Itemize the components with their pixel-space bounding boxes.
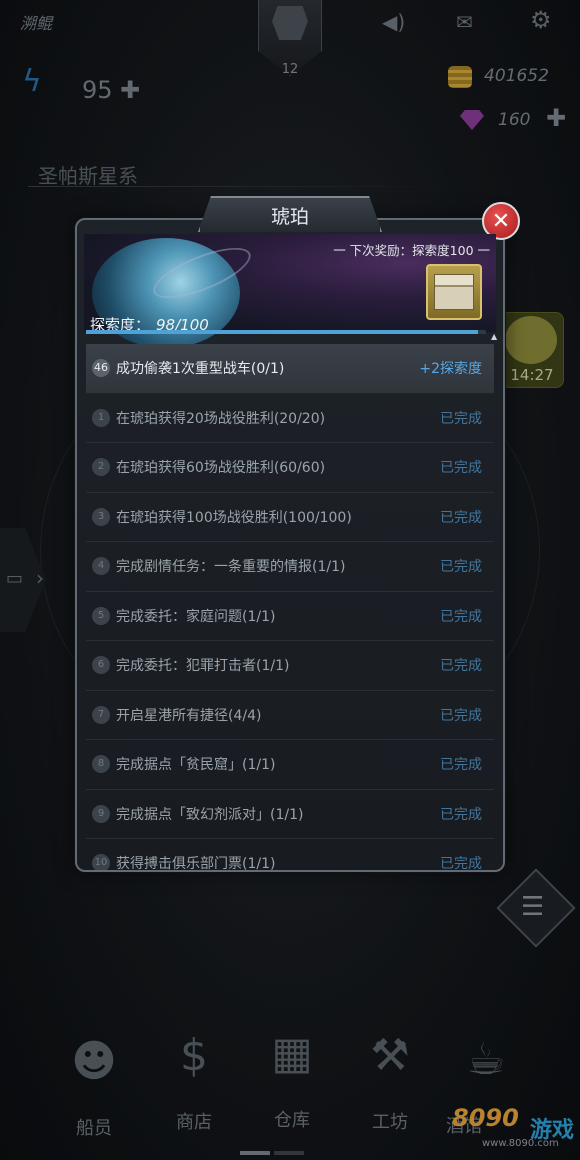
task-status: 已完成 [440, 410, 482, 427]
supply-crate-icon [434, 274, 474, 310]
task-row[interactable]: 5 完成委托：家庭问题(1/1) 已完成 [86, 592, 494, 641]
task-number-badge: 1 [92, 408, 110, 427]
task-list[interactable]: 46 成功偷袭1次重型战车(0/1) +2探索度 1 在琥珀获得20场战役胜利(20/2… [86, 344, 494, 870]
task-status: 已完成 [440, 707, 482, 724]
task-description: 在琥珀获得60场战役胜利(60/60) [116, 460, 326, 477]
task-row[interactable]: 9 完成据点「致幻剂派对」(1/1) 已完成 [86, 790, 494, 839]
task-number-badge: 9 [92, 804, 110, 823]
task-row[interactable]: 4 完成剧情任务：一条重要的情报(1/1) 已完成 [86, 542, 494, 592]
task-description: 完成剧情任务：一条重要的情报(1/1) [116, 559, 346, 576]
task-description: 完成委托：家庭问题(1/1) [116, 608, 276, 625]
task-status: 已完成 [440, 608, 482, 625]
task-status: 已完成 [440, 460, 482, 477]
exploration-progress-bar [86, 330, 486, 334]
task-number-badge: 46 [92, 359, 110, 378]
task-number-badge: 7 [92, 705, 110, 724]
task-number-badge: 8 [92, 755, 110, 774]
task-status: +2探索度 [419, 361, 482, 378]
task-row[interactable]: 3 在琥珀获得100场战役胜利(100/100) 已完成 [86, 493, 494, 542]
task-description: 完成委托：犯罪打击者(1/1) [116, 658, 290, 675]
task-row[interactable]: 1 在琥珀获得20场战役胜利(20/20) 已完成 [86, 394, 494, 443]
task-description: 完成据点「贫民窟」(1/1) [116, 757, 276, 774]
task-description: 在琥珀获得20场战役胜利(20/20) [116, 410, 326, 427]
task-number-badge: 5 [92, 606, 110, 625]
task-description: 成功偷袭1次重型战车(0/1) [116, 361, 285, 378]
task-description: 完成据点「致幻剂派对」(1/1) [116, 806, 304, 823]
task-row[interactable]: 6 完成委托：犯罪打击者(1/1) 已完成 [86, 641, 494, 691]
task-status: 已完成 [440, 806, 482, 823]
task-row[interactable]: 46 成功偷袭1次重型战车(0/1) +2探索度 [86, 344, 494, 394]
task-row[interactable]: 10 获得搏击俱乐部门票(1/1) 已完成 [86, 839, 494, 870]
task-description: 在琥珀获得100场战役胜利(100/100) [116, 509, 352, 526]
task-number-badge: 3 [92, 507, 110, 526]
task-description: 开启星港所有捷径(4/4) [116, 707, 262, 724]
exploration-progress-fill [86, 330, 478, 334]
progress-end-marker: ▲ [491, 332, 498, 341]
task-number-badge: 6 [92, 656, 110, 675]
task-description: 获得搏击俱乐部门票(1/1) [116, 856, 276, 870]
task-status: 已完成 [440, 509, 482, 526]
next-reward-label: 一 下次奖励：探索度100 一 [333, 243, 490, 258]
task-row[interactable]: 2 在琥珀获得60场战役胜利(60/60) 已完成 [86, 443, 494, 493]
task-number-badge: 2 [92, 458, 110, 477]
task-status: 已完成 [440, 658, 482, 675]
task-row[interactable]: 7 开启星港所有捷径(4/4) 已完成 [86, 691, 494, 740]
task-number-badge: 10 [92, 854, 110, 870]
task-status: 已完成 [440, 559, 482, 576]
task-status: 已完成 [440, 856, 482, 870]
task-row[interactable]: 8 完成据点「贫民窟」(1/1) 已完成 [86, 740, 494, 790]
modal-title: 琥珀 [270, 206, 309, 228]
task-status: 已完成 [440, 757, 482, 774]
task-number-badge: 4 [92, 557, 110, 576]
